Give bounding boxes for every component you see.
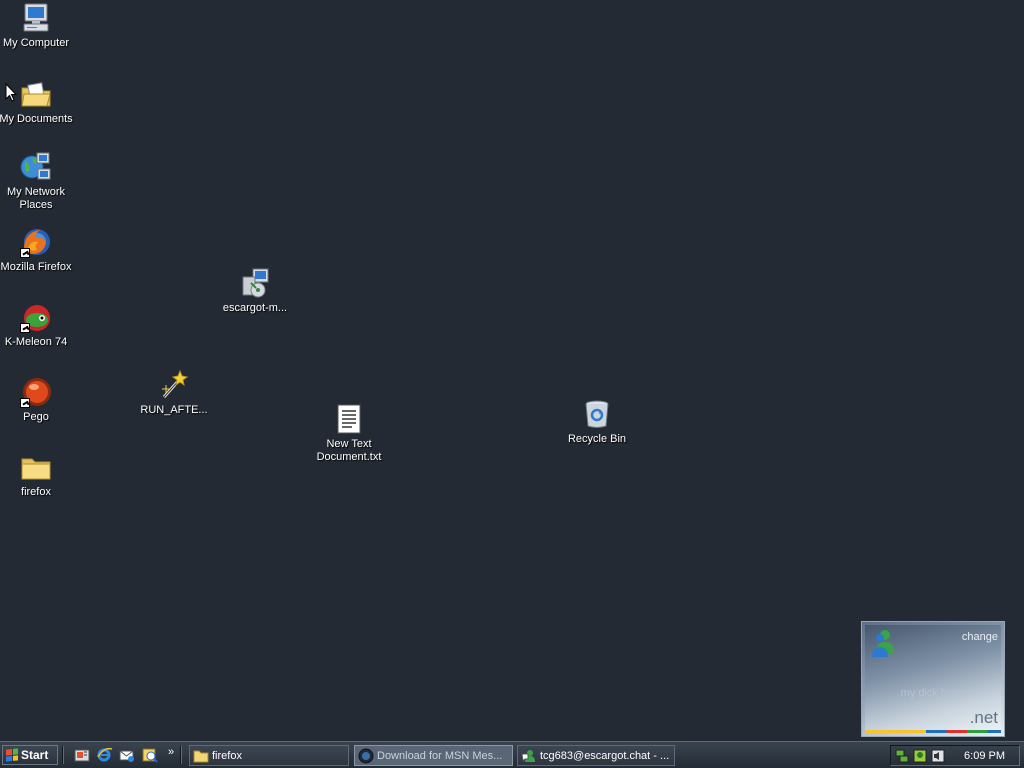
desktop-icon-label: escargot-m... — [222, 302, 288, 314]
recycle-bin-icon — [581, 398, 613, 430]
network-icon — [20, 151, 52, 183]
browser-icon — [358, 748, 374, 763]
desktop-icon-label: Mozilla Firefox — [0, 261, 72, 273]
desktop-icon-pego[interactable]: Pego — [0, 376, 74, 424]
desktop-icon-label: My Network Places — [6, 186, 66, 211]
task-label: tcg683@escargot.chat - ... — [540, 749, 670, 762]
desktop-icon-mozilla-firefox[interactable]: Mozilla Firefox — [0, 226, 74, 274]
net-logo: .net — [969, 708, 998, 727]
mouse-cursor-icon — [5, 82, 18, 105]
firefox-icon — [20, 226, 52, 258]
task-button-msn-chat[interactable]: tcg683@escargot.chat - ... — [517, 745, 675, 766]
system-tray: 6:09 PM — [890, 745, 1020, 766]
shortcut-arrow-icon — [20, 323, 30, 333]
internet-explorer-icon[interactable] — [96, 747, 113, 763]
desktop-icon-label: New Text Document.txt — [316, 438, 382, 463]
taskbar: Start » firefox Download for MSN Mes... … — [0, 741, 1024, 768]
shortcut-arrow-icon — [20, 248, 30, 258]
task-label: Download for MSN Mes... — [377, 749, 503, 762]
taskbar-separator — [62, 746, 64, 764]
alert-faded-text — [862, 664, 1004, 675]
network-tray-icon[interactable] — [895, 749, 909, 763]
text-document-icon — [333, 403, 365, 435]
desktop-icon-escargot-installer[interactable]: escargot-m... — [217, 267, 293, 315]
task-button-download-msn[interactable]: Download for MSN Mes... — [354, 745, 513, 766]
folder-icon — [193, 750, 209, 762]
desktop-icon-label: Pego — [23, 411, 49, 423]
volume-tray-icon[interactable] — [931, 749, 945, 763]
desktop-icon-label: firefox — [21, 486, 51, 498]
alert-color-stripe — [865, 730, 1001, 733]
msn-chat-icon — [521, 749, 535, 762]
desktop-icon-new-text-document[interactable]: New Text Document.txt — [311, 403, 387, 464]
pego-icon — [20, 376, 52, 408]
wand-icon — [158, 369, 190, 401]
folder-icon — [20, 451, 52, 483]
desktop-icon-label: My Computer — [2, 37, 70, 49]
start-label: Start — [21, 748, 49, 762]
desktop-icon-label: Recycle Bin — [567, 433, 627, 445]
alert-message: my dick hurts — [900, 687, 966, 699]
desktop-icon-label: K-Meleon 74 — [4, 336, 68, 348]
quick-launch-overflow[interactable]: » — [168, 746, 174, 758]
msn-tray-icon[interactable] — [913, 749, 927, 763]
msn-buddy-icon — [870, 627, 898, 662]
desktop-icon-my-network-places[interactable]: My Network Places — [0, 151, 74, 212]
task-label: firefox — [212, 749, 242, 762]
desktop-icon-firefox-folder[interactable]: firefox — [0, 451, 74, 499]
desktop-icon-recycle-bin[interactable]: Recycle Bin — [559, 398, 635, 446]
outlook-express-icon[interactable] — [119, 747, 135, 763]
k-meleon-icon — [20, 301, 52, 333]
taskbar-separator — [180, 746, 182, 764]
computer-icon — [20, 2, 52, 34]
windows-logo-icon — [6, 748, 18, 762]
shortcut-arrow-icon — [20, 398, 30, 408]
windows-media-icon[interactable] — [142, 747, 158, 763]
show-desktop-icon[interactable] — [74, 747, 90, 763]
clock[interactable]: 6:09 PM — [964, 750, 1005, 762]
desktop-icon-k-meleon[interactable]: K-Meleon 74 — [0, 301, 74, 349]
installer-icon — [239, 267, 271, 299]
desktop-icon-label: My Documents — [0, 113, 73, 125]
desktop-icon-label: RUN_AFTE... — [140, 404, 208, 416]
documents-folder-icon — [20, 78, 52, 110]
change-link[interactable]: change — [962, 631, 998, 643]
desktop-icon-my-computer[interactable]: My Computer — [0, 2, 74, 50]
start-button[interactable]: Start — [2, 745, 58, 765]
msn-alert-popup[interactable]: change my dick hurts .net — [861, 621, 1005, 737]
desktop-icon-run-after[interactable]: RUN_AFTE... — [136, 369, 212, 417]
task-button-firefox[interactable]: firefox — [189, 745, 349, 766]
